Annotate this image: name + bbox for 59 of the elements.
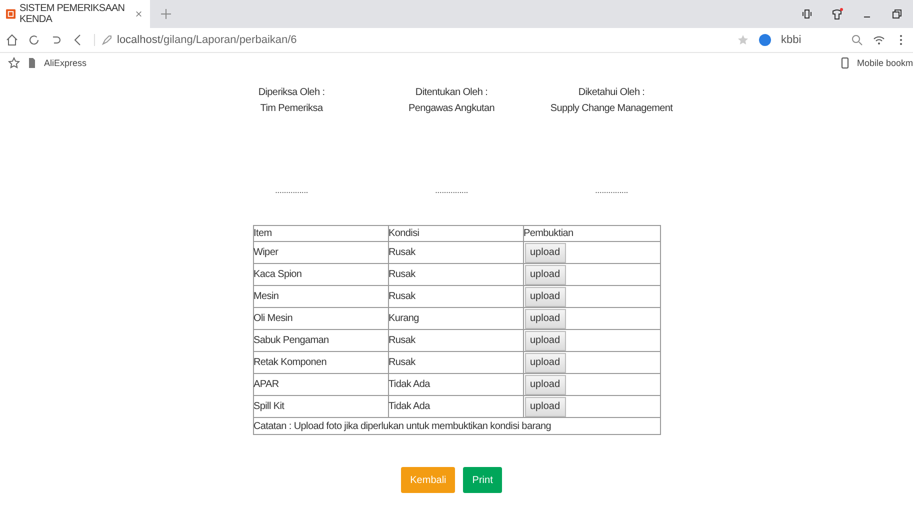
star-icon[interactable] [737,34,749,46]
phone-icon [838,57,851,69]
signature-role: Ditentukan Oleh : [415,86,488,100]
search-text[interactable]: kbbi [781,34,841,46]
app-logo-icon [6,8,16,20]
upload-button[interactable]: upload [524,264,566,284]
condition-cell: Rusak [388,352,523,374]
column-header: Pembuktian [523,226,660,242]
signature-role: Diketahui Oleh : [578,86,645,100]
signature-line: ............... [594,185,628,195]
item-cell: APAR [253,374,388,396]
signatory-name: Tim Pemeriksa [260,102,323,116]
upload-button[interactable]: upload [524,242,566,262]
address-field[interactable]: localhost/gilang/Laporan/perbaikan/6 [94,34,727,46]
column-header: Kondisi [388,226,523,242]
item-cell: Kaca Spion [253,264,388,286]
item-cell: Spill Kit [253,396,388,418]
undo-icon[interactable] [50,34,62,46]
condition-cell: Rusak [388,330,523,352]
signatory-name: Pengawas Angkutan [408,102,495,116]
shirt-icon[interactable] [831,8,843,20]
condition-cell: Rusak [388,242,523,264]
condition-cell: Tidak Ada [388,374,523,396]
search-icon[interactable] [851,34,863,46]
signatory-name: Supply Change Management [550,102,673,116]
condition-cell: Kurang [388,308,523,330]
upload-button[interactable]: upload [524,308,566,328]
column-header: Item [253,226,388,242]
condition-cell: Tidak Ada [388,396,523,418]
upload-button[interactable]: upload [524,352,566,372]
condition-cell: Rusak [388,264,523,286]
device-icon[interactable] [801,8,813,20]
upload-button[interactable]: upload [524,374,566,394]
item-cell: Mesin [253,286,388,308]
upload-button[interactable]: upload [524,396,566,416]
item-cell: Wiper [253,242,388,264]
item-cell: Retak Komponen [253,352,388,374]
signature-line: ............... [274,185,308,195]
signature-line: ............... [434,185,468,195]
reload-icon[interactable] [28,34,40,46]
mobile-bookmarks-link[interactable]: Mobile bookm [856,58,913,68]
browser-tab[interactable]: SISTEM PEMERIKSAAN KENDA [0,0,150,28]
upload-button[interactable]: upload [524,286,566,306]
signature-role: Diperiksa Oleh : [258,86,325,100]
url-text: localhost/gilang/Laporan/perbaikan/6 [117,34,297,46]
new-tab-icon[interactable] [160,8,172,20]
item-cell: Sabuk Pengaman [253,330,388,352]
bookmark-star-icon[interactable] [8,57,20,69]
home-icon[interactable] [6,34,18,46]
upload-button[interactable]: upload [524,330,566,350]
restore-icon[interactable] [891,8,903,20]
note-text: Catatan : Upload foto jika diperlukan untuk membuktikan kondisi barang [253,418,660,434]
bookmark-link[interactable]: AliExpress [44,58,87,68]
tab-title: SISTEM PEMERIKSAAN KENDA [20,3,126,25]
page-icon [26,57,38,69]
wifi-icon[interactable] [873,34,885,46]
search-engine-icon[interactable] [759,34,771,46]
condition-cell: Rusak [388,286,523,308]
item-cell: Oli Mesin [253,308,388,330]
